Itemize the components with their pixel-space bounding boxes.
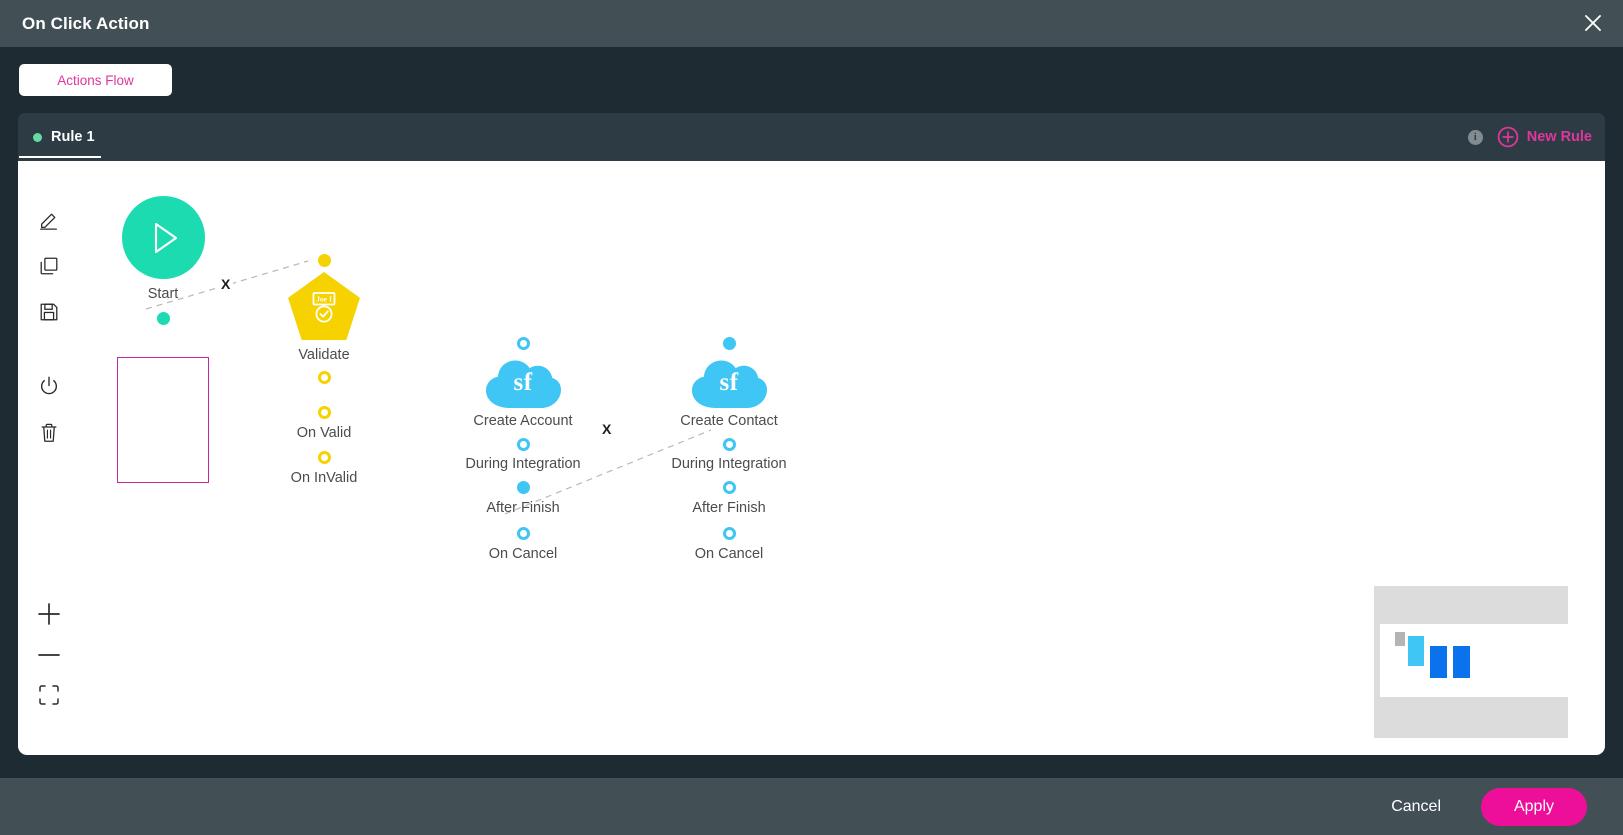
trash-icon bbox=[41, 423, 57, 442]
play-icon bbox=[154, 222, 178, 253]
on-click-action-dialog: On Click Action Actions Flow Rule 1 i Ne… bbox=[0, 0, 1623, 835]
fit-screen-icon bbox=[39, 685, 59, 705]
node-start[interactable]: Start bbox=[99, 196, 227, 325]
node-validate[interactable]: Joe I Validate On Valid On InValid bbox=[264, 254, 384, 488]
node-create-contact-label: Create Contact bbox=[680, 413, 778, 429]
minimap-node-2 bbox=[1430, 646, 1447, 678]
minimap-node-1 bbox=[1408, 636, 1424, 666]
rule-status-dot-icon bbox=[33, 132, 42, 142]
fit-screen-tool-button[interactable] bbox=[33, 679, 65, 711]
flow-edges bbox=[145, 260, 712, 515]
node-create-account-port-during-integration-label: During Integration bbox=[465, 456, 581, 472]
node-create-account-port-during-integration[interactable] bbox=[516, 438, 530, 451]
minimap-node-3 bbox=[1453, 646, 1470, 678]
floppy-disk-icon bbox=[40, 303, 58, 321]
dialog-footer: Cancel Apply bbox=[0, 778, 1623, 835]
node-validate-port-on-invalid-label: On InValid bbox=[290, 470, 358, 486]
salesforce-cloud-icon[interactable]: sf bbox=[483, 354, 563, 410]
cancel-button[interactable]: Cancel bbox=[1385, 797, 1447, 817]
flow-canvas[interactable]: X X Start Joe I Validate On Valid On InV… bbox=[18, 161, 1605, 755]
power-tool-button[interactable] bbox=[33, 370, 65, 402]
start-play-button[interactable] bbox=[121, 196, 205, 279]
active-tab-indicator bbox=[19, 156, 101, 158]
node-selection-outline bbox=[117, 357, 209, 483]
svg-text:Joe I: Joe I bbox=[316, 295, 332, 304]
node-create-account[interactable]: sf Create Account During Integration Aft… bbox=[443, 337, 603, 564]
node-create-account-port-on-cancel[interactable] bbox=[516, 527, 530, 540]
node-create-contact-port-on-cancel[interactable] bbox=[722, 527, 736, 540]
node-start-output-port[interactable] bbox=[156, 312, 170, 325]
node-create-contact[interactable]: sf Create Contact During Integration Aft… bbox=[649, 337, 809, 564]
add-rule-label: New Rule bbox=[1526, 129, 1592, 145]
delete-tool-button[interactable] bbox=[33, 417, 65, 449]
info-icon[interactable]: i bbox=[1467, 129, 1483, 145]
node-validate-label: Validate bbox=[298, 347, 350, 363]
node-validate-port-on-invalid[interactable] bbox=[317, 451, 331, 464]
page-title: On Click Action bbox=[22, 13, 150, 33]
node-create-contact-input-port[interactable] bbox=[722, 337, 736, 350]
copy-tool-button[interactable] bbox=[33, 250, 65, 282]
save-tool-button[interactable] bbox=[33, 296, 65, 328]
actions-flow-button[interactable]: Actions Flow bbox=[19, 64, 172, 96]
node-validate-input-port[interactable] bbox=[317, 254, 331, 267]
edit-tool-button[interactable] bbox=[33, 204, 65, 236]
node-validate-port-on-valid-label: On Valid bbox=[296, 425, 352, 441]
salesforce-cloud-icon[interactable]: sf bbox=[689, 354, 769, 410]
validate-icon-shape[interactable]: Joe I bbox=[288, 272, 360, 340]
node-start-label: Start bbox=[147, 286, 179, 302]
dialog-titlebar: On Click Action bbox=[0, 0, 1623, 47]
rule-tab-label: Rule 1 bbox=[51, 129, 95, 145]
zoom-in-tool-button[interactable] bbox=[33, 598, 65, 630]
tab-rule-1[interactable]: Rule 1 bbox=[19, 113, 111, 161]
pencil-icon bbox=[40, 213, 57, 230]
flow-toolbar: Actions Flow bbox=[0, 47, 1623, 113]
node-create-contact-port-during-integration[interactable] bbox=[722, 438, 736, 451]
minus-icon bbox=[38, 654, 60, 656]
power-icon bbox=[40, 376, 58, 395]
node-create-contact-port-after-finish[interactable] bbox=[722, 481, 736, 494]
rule-tabbar: Rule 1 i New Rule bbox=[18, 113, 1605, 161]
copy-icon bbox=[40, 257, 58, 275]
rulebar-actions: i New Rule bbox=[1467, 113, 1592, 161]
plus-circle-icon bbox=[1497, 126, 1519, 148]
canvas-tool-rail bbox=[18, 161, 80, 755]
node-create-account-port-on-cancel-label: On Cancel bbox=[488, 546, 558, 562]
node-create-account-label: Create Account bbox=[473, 413, 573, 429]
apply-button[interactable]: Apply bbox=[1481, 787, 1587, 826]
node-create-contact-port-on-cancel-label: On Cancel bbox=[694, 546, 764, 562]
node-validate-port-0[interactable] bbox=[317, 371, 331, 384]
node-create-account-input-port[interactable] bbox=[516, 337, 530, 350]
zoom-out-tool-button[interactable] bbox=[33, 639, 65, 671]
canvas-minimap[interactable] bbox=[1374, 586, 1572, 738]
node-create-account-port-after-finish-label: After Finish bbox=[486, 500, 560, 516]
actions-flow-label: Actions Flow bbox=[57, 72, 134, 88]
close-icon[interactable] bbox=[1577, 7, 1609, 39]
minimap-viewport[interactable] bbox=[1380, 624, 1572, 697]
node-create-contact-port-after-finish-label: After Finish bbox=[692, 500, 766, 516]
add-rule-button[interactable]: New Rule bbox=[1497, 126, 1592, 148]
node-create-contact-port-during-integration-label: During Integration bbox=[671, 456, 787, 472]
node-validate-port-on-valid[interactable] bbox=[317, 406, 331, 419]
plus-icon bbox=[38, 603, 60, 625]
node-create-account-port-after-finish[interactable] bbox=[516, 481, 530, 494]
id-badge-check-icon: Joe I bbox=[312, 292, 336, 323]
minimap-node-0 bbox=[1395, 632, 1405, 646]
